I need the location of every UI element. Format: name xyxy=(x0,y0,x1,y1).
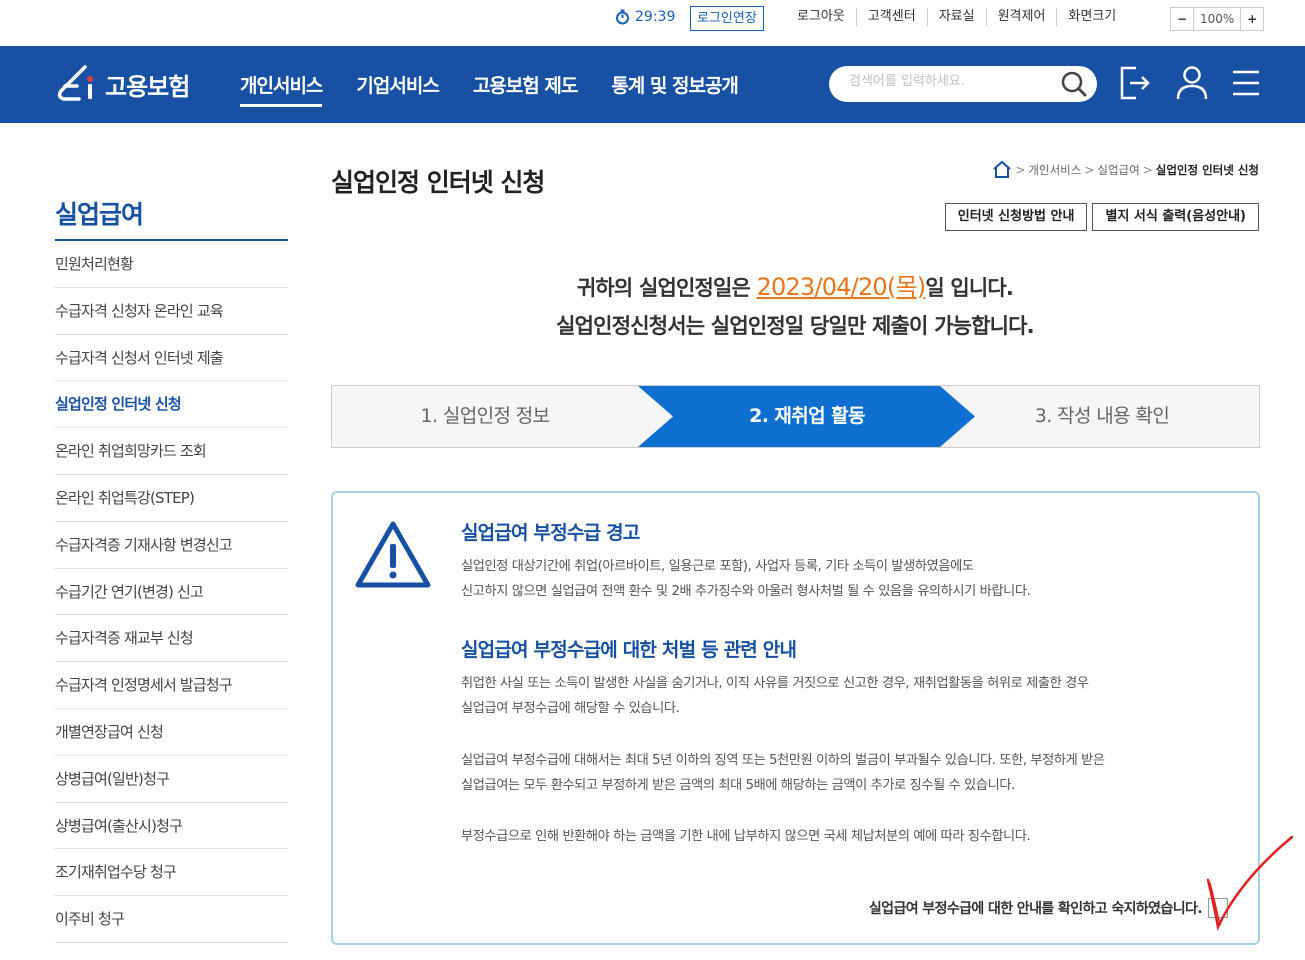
sidebar-menu: 민원처리현황 수급자격 신청자 온라인 교육 수급자격 신청서 인터넷 제출 실… xyxy=(55,241,288,943)
step-3: 3. 작성 내용 확인 xyxy=(1034,405,1170,427)
warning-text-3-line-2: 실업급여는 모두 환수되고 부정하게 받은 금액의 최대 5배에 해당하는 금액… xyxy=(461,778,1015,793)
sidebar: 실업급여 민원처리현황 수급자격 신청자 온라인 교육 수급자격 신청서 인터넷… xyxy=(55,195,288,943)
search-icon[interactable] xyxy=(1059,69,1089,99)
breadcrumb-separator: > xyxy=(1015,162,1026,177)
recognition-date: 2023/04/20(목) xyxy=(756,273,927,301)
progress-steps: 1. 실업인정 정보 2. 재취업 활동 3. 작성 내용 확인 xyxy=(331,385,1260,448)
warning-triangle-icon xyxy=(355,521,431,588)
login-extend-button[interactable]: 로그인연장 xyxy=(690,6,764,31)
user-icon[interactable] xyxy=(1175,64,1209,102)
utility-links: 로그아웃 고객센터 자료실 원격제어 화면크기 xyxy=(786,8,1127,26)
warning-text-3: 실업급여 부정수급에 대해서는 최대 5년 이하의 징역 또는 5천만원 이하의… xyxy=(461,748,1231,798)
sidebar-title: 실업급여 xyxy=(55,195,288,241)
step-1: 1. 실업인정 정보 xyxy=(420,405,550,427)
page-title: 실업인정 인터넷 신청 xyxy=(331,168,545,197)
stopwatch-icon xyxy=(616,9,629,25)
main-menu: 개인서비스 기업서비스 고용보험 제도 통계 및 정보공개 xyxy=(240,71,739,107)
breadcrumb-item[interactable]: 개인서비스 xyxy=(1028,162,1081,178)
warning-text-2-line-1: 취업한 사실 또는 소득이 발생한 사실을 숨기거나, 이직 사유를 거짓으로 … xyxy=(461,676,1089,691)
timer-value: 29:39 xyxy=(635,9,676,25)
logout-icon[interactable] xyxy=(1118,64,1152,102)
internet-guide-button[interactable]: 인터넷 신청방법 안내 xyxy=(944,203,1088,231)
step-2-active: 2. 재취업 활동 xyxy=(749,405,865,427)
warning-title-1: 실업급여 부정수급 경고 xyxy=(461,522,640,544)
sidebar-item-unemployment-recognition[interactable]: 실업인정 인터넷 신청 xyxy=(55,381,288,429)
agree-label[interactable]: 실업급여 부정수급에 대한 안내를 확인하고 숙지하였습니다. xyxy=(869,898,1203,918)
zoom-control: − 100% + xyxy=(1170,7,1265,31)
sidebar-item-reissue[interactable]: 수급자격증 재교부 신청 xyxy=(55,615,288,663)
notice-line-2: 실업인정신청서는 실업인정일 당일만 제출이 가능합니다. xyxy=(556,314,1035,338)
recognition-date-notice: 귀하의 실업인정일은 2023/04/20(목)일 입니다. 실업인정신청서는 … xyxy=(331,268,1259,345)
main-header: 고용보험 개인서비스 기업서비스 고용보험 제도 통계 및 정보공개 xyxy=(0,46,1305,123)
remote-control-link[interactable]: 원격제어 xyxy=(985,8,1057,26)
logo-text: 고용보험 xyxy=(105,72,190,101)
warning-text-4: 부정수급으로 인해 반환해야 하는 금액을 기한 내에 납부하지 않으면 국세 … xyxy=(461,829,1031,844)
sidebar-item-extended-benefit[interactable]: 개별연장급여 신청 xyxy=(55,709,288,756)
menu-insurance-system[interactable]: 고용보험 제도 xyxy=(473,71,578,107)
breadcrumb-separator: > xyxy=(1142,162,1153,177)
sidebar-item-job-card[interactable]: 온라인 취업희망카드 조회 xyxy=(55,428,288,475)
breadcrumb: > 개인서비스 > 실업급여 > 실업인정 인터넷 신청 xyxy=(992,160,1259,179)
action-buttons: 인터넷 신청방법 안내 별지 서식 출력(음성안내) xyxy=(944,203,1259,231)
library-link[interactable]: 자료실 xyxy=(926,8,986,26)
sidebar-item-certificate-request[interactable]: 수급자격 인정명세서 발급청구 xyxy=(55,662,288,709)
sidebar-item-application-submit[interactable]: 수급자격 신청서 인터넷 제출 xyxy=(55,335,288,382)
zoom-value: 100% xyxy=(1193,8,1242,30)
search-box xyxy=(829,66,1097,102)
utility-bar: 29:39 로그인연장 로그아웃 고객센터 자료실 원격제어 화면크기 − 10… xyxy=(0,0,1305,46)
menu-personal-services[interactable]: 개인서비스 xyxy=(240,71,323,107)
red-checkmark-icon xyxy=(1206,835,1294,932)
warning-text-2: 취업한 사실 또는 소득이 발생한 사실을 숨기거나, 이직 사유를 거짓으로 … xyxy=(461,671,1231,721)
notice-prefix: 귀하의 실업인정일은 xyxy=(576,276,757,300)
sidebar-item-change-report[interactable]: 수급자격증 기재사항 변경신고 xyxy=(55,522,288,569)
warning-text-3-line-1: 실업급여 부정수급에 대해서는 최대 5년 이하의 징역 또는 5천만원 이하의… xyxy=(461,753,1105,768)
session-timer: 29:39 xyxy=(615,9,675,25)
agree-row: 실업급여 부정수급에 대한 안내를 확인하고 숙지하였습니다. xyxy=(869,898,1228,918)
sidebar-item-online-education[interactable]: 수급자격 신청자 온라인 교육 xyxy=(55,288,288,335)
zoom-in-button[interactable]: + xyxy=(1241,8,1263,30)
print-form-button[interactable]: 별지 서식 출력(음성안내) xyxy=(1092,203,1259,231)
sidebar-item-postpone-report[interactable]: 수급기간 연기(변경) 신고 xyxy=(55,569,288,616)
breadcrumb-separator: > xyxy=(1084,162,1095,177)
breadcrumb-item[interactable]: 실업급여 xyxy=(1097,162,1139,178)
fraud-warning-box: 실업급여 부정수급 경고 실업인정 대상기간에 취업(아르바이트, 일용근로 포… xyxy=(331,491,1260,945)
search-input[interactable] xyxy=(849,74,1049,89)
warning-text-2-line-2: 실업급여 부정수급에 해당할 수 있습니다. xyxy=(461,701,680,716)
menu-business-services[interactable]: 기업서비스 xyxy=(356,71,439,107)
zoom-out-button[interactable]: − xyxy=(1171,8,1193,30)
sidebar-item-step-lecture[interactable]: 온라인 취업특강(STEP) xyxy=(55,475,288,522)
customer-center-link[interactable]: 고객센터 xyxy=(855,8,927,26)
sidebar-item-early-reemployment[interactable]: 조기재취업수당 청구 xyxy=(55,849,288,897)
ei-logo-icon xyxy=(57,65,93,101)
home-icon[interactable] xyxy=(992,160,1012,179)
breadcrumb-current: 실업인정 인터넷 신청 xyxy=(1155,162,1259,177)
sidebar-item-sickness-maternity[interactable]: 상병급여(출산시)청구 xyxy=(55,803,288,850)
sidebar-item-complaint-status[interactable]: 민원처리현황 xyxy=(55,241,288,288)
screen-size-label: 화면크기 xyxy=(1056,8,1127,26)
warning-text-1: 실업인정 대상기간에 취업(아르바이트, 일용근로 포함), 사업자 등록, 기… xyxy=(461,554,1231,604)
logo[interactable]: 고용보험 xyxy=(55,64,190,104)
hamburger-menu-icon[interactable] xyxy=(1231,64,1263,102)
notice-suffix: 일 입니다. xyxy=(925,276,1014,300)
warning-text-1-line-2: 신고하지 않으면 실업급여 전액 환수 및 2배 추가징수와 아울러 형사처벌 … xyxy=(461,584,1031,599)
sidebar-item-relocation[interactable]: 이주비 청구 xyxy=(55,896,288,943)
sidebar-item-sickness-general[interactable]: 상병급여(일반)청구 xyxy=(55,756,288,803)
menu-statistics[interactable]: 통계 및 정보공개 xyxy=(611,71,739,107)
warning-text-1-line-1: 실업인정 대상기간에 취업(아르바이트, 일용근로 포함), 사업자 등록, 기… xyxy=(461,559,974,574)
logout-link[interactable]: 로그아웃 xyxy=(786,8,856,26)
warning-title-2: 실업급여 부정수급에 대한 처벌 등 관련 안내 xyxy=(461,639,797,661)
